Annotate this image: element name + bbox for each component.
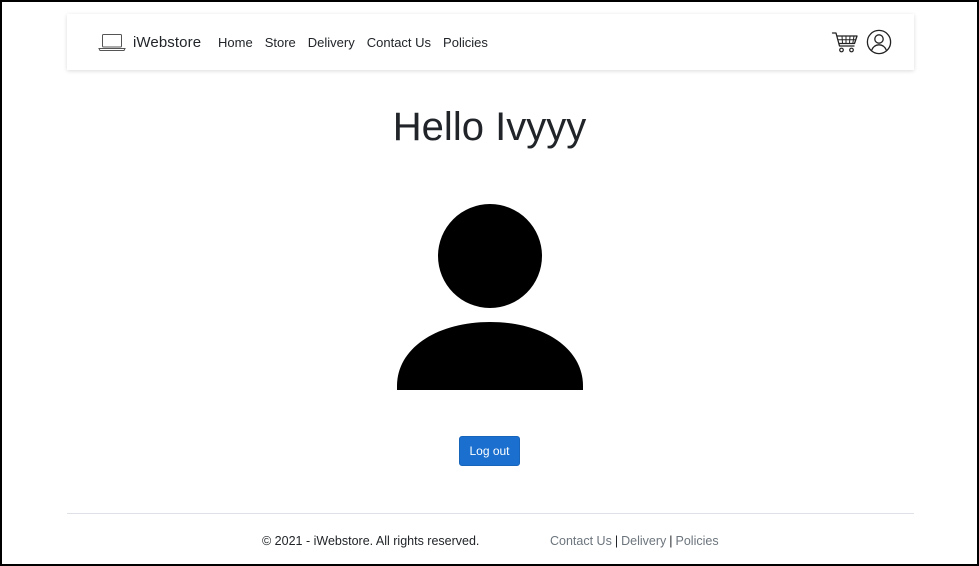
brand-name: iWebstore [133, 33, 202, 51]
footer-links: Contact Us | Delivery | Policies [550, 534, 719, 548]
nav-link-contact-us[interactable]: Contact Us [367, 35, 431, 50]
user-circle-icon[interactable] [866, 29, 892, 55]
greeting-prefix: Hello [392, 105, 484, 149]
laptop-icon [98, 32, 126, 52]
footer-separator: | [669, 534, 673, 548]
footer-copyright: © 2021 - iWebstore. All rights reserved. [262, 534, 480, 548]
footer-link-policies[interactable]: Policies [676, 534, 719, 548]
person-icon [397, 203, 583, 390]
nav-link-policies[interactable]: Policies [443, 35, 488, 50]
footer-separator: | [614, 534, 619, 548]
footer-link-contact-us[interactable]: Contact Us [550, 534, 612, 548]
footer-link-delivery[interactable]: Delivery [621, 534, 666, 548]
nav-link-home[interactable]: Home [218, 35, 253, 50]
nav-links: Home Store Delivery Contact Us Policies [218, 14, 500, 70]
nav-link-store[interactable]: Store [265, 35, 296, 50]
nav-icons [831, 14, 892, 70]
nav-link-delivery[interactable]: Delivery [308, 35, 355, 50]
user-name: Ivyyy [495, 105, 587, 149]
cart-icon[interactable] [831, 28, 859, 56]
page-title: Hello Ivyyy [2, 102, 977, 152]
top-navbar: iWebstore Home Store Delivery Contact Us… [67, 14, 914, 70]
page-frame: iWebstore Home Store Delivery Contact Us… [0, 0, 979, 566]
brand-link[interactable]: iWebstore [98, 14, 201, 70]
logout-button[interactable]: Log out [459, 436, 520, 466]
footer-divider [67, 513, 914, 514]
